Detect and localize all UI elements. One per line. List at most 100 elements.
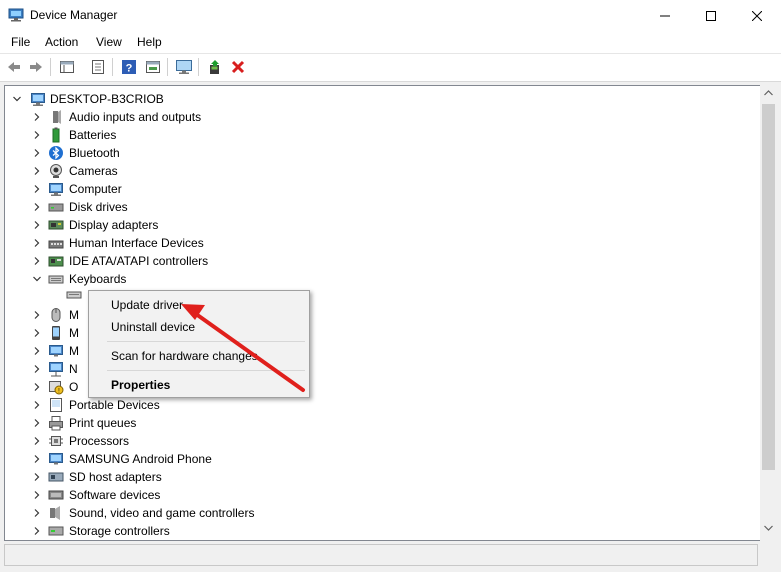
- tree-item-hid[interactable]: Human Interface Devices: [5, 234, 761, 252]
- svg-text:?: ?: [126, 63, 133, 75]
- chevron-right-icon[interactable]: [32, 220, 42, 230]
- chevron-right-icon[interactable]: [32, 400, 42, 410]
- menu-bar: File Action View Help: [0, 31, 781, 54]
- tree-item-audio[interactable]: Audio inputs and outputs: [5, 108, 761, 126]
- toolbar-separator: [112, 58, 113, 76]
- tree-item-bluetooth[interactable]: Bluetooth: [5, 144, 761, 162]
- properties-panel-button[interactable]: [57, 57, 77, 77]
- tree-item-ide[interactable]: IDE ATA/ATAPI controllers: [5, 252, 761, 270]
- ide-icon: [48, 256, 64, 267]
- chevron-right-icon[interactable]: [32, 238, 42, 248]
- tree-item-label: Cameras: [69, 164, 118, 178]
- maximize-button[interactable]: [688, 0, 734, 31]
- tree-item-label: M: [69, 326, 79, 340]
- menu-action[interactable]: Action: [45, 35, 78, 49]
- chevron-right-icon[interactable]: [32, 148, 42, 158]
- maximize-icon: [706, 10, 716, 21]
- forward-button[interactable]: [26, 57, 46, 77]
- close-icon: [752, 10, 762, 21]
- tree-item-label: Computer: [69, 182, 122, 196]
- scroll-down-icon[interactable]: [764, 525, 773, 531]
- title-bar[interactable]: Device Manager: [0, 0, 781, 31]
- chevron-right-icon[interactable]: [32, 130, 42, 140]
- properties-icon: [92, 60, 104, 74]
- printer-icon: [49, 416, 63, 431]
- chevron-right-icon[interactable]: [32, 454, 42, 464]
- tree-item-keyboards[interactable]: Keyboards: [5, 270, 761, 288]
- chevron-right-icon[interactable]: [32, 166, 42, 176]
- phone-icon: [49, 453, 63, 465]
- context-update-driver[interactable]: Update driver: [111, 298, 183, 312]
- tree-item-label: Processors: [69, 434, 130, 448]
- processor-icon: [49, 436, 63, 446]
- portable-icon: [50, 398, 62, 412]
- device-manager-window: Device Manager File Action View Help ? D…: [0, 0, 781, 572]
- tree-item-batteries[interactable]: Batteries: [5, 126, 761, 144]
- update-driver-icon: [210, 60, 219, 74]
- scrollbar-thumb[interactable]: [762, 104, 775, 470]
- update-driver-button[interactable]: [205, 57, 225, 77]
- properties-button[interactable]: [88, 57, 108, 77]
- tree-item-label: Storage controllers: [69, 524, 170, 538]
- toolbar-separator: [167, 58, 168, 76]
- tree-item-label: IDE ATA/ATAPI controllers: [69, 254, 209, 268]
- chevron-right-icon[interactable]: [32, 184, 42, 194]
- help-button[interactable]: ?: [119, 57, 139, 77]
- chevron-right-icon[interactable]: [32, 436, 42, 446]
- chevron-right-icon[interactable]: [32, 472, 42, 482]
- tree-item-label: O: [69, 380, 79, 394]
- chevron-right-icon[interactable]: [32, 346, 42, 356]
- tree-item-samsung-phone[interactable]: SAMSUNG Android Phone: [5, 450, 761, 468]
- tree-item-computer[interactable]: Computer: [5, 180, 761, 198]
- menu-help[interactable]: Help: [137, 35, 162, 49]
- scroll-up-icon[interactable]: [764, 90, 773, 96]
- chevron-right-icon[interactable]: [32, 112, 42, 122]
- tree-item-print-queues[interactable]: Print queues: [5, 414, 761, 432]
- tree-item-software-devices[interactable]: Software devices: [5, 486, 761, 504]
- scan-hardware-button[interactable]: [174, 57, 194, 77]
- minimize-button[interactable]: [642, 0, 688, 31]
- context-properties[interactable]: Properties: [111, 378, 170, 392]
- chevron-right-icon[interactable]: [32, 310, 42, 320]
- tree-item-display-adapters[interactable]: Display adapters: [5, 216, 761, 234]
- chevron-right-icon[interactable]: [32, 526, 42, 536]
- monitor-icon: [49, 345, 63, 357]
- close-button[interactable]: [734, 0, 780, 31]
- tree-item-disk-drives[interactable]: Disk drives: [5, 198, 761, 216]
- chevron-right-icon[interactable]: [32, 364, 42, 374]
- toolbar-separator: [198, 58, 199, 76]
- mouse-icon: [51, 308, 61, 322]
- storage-icon: [48, 526, 64, 536]
- chevron-right-icon[interactable]: [32, 508, 42, 518]
- tree-item-label: SD host adapters: [69, 470, 162, 484]
- uninstall-button[interactable]: [228, 57, 248, 77]
- tree-item-cameras[interactable]: Cameras: [5, 162, 761, 180]
- chevron-right-icon[interactable]: [32, 328, 42, 338]
- chevron-right-icon[interactable]: [32, 418, 42, 428]
- context-menu: Update driver Uninstall device Scan for …: [88, 290, 310, 398]
- forward-icon: [30, 62, 42, 72]
- menu-file[interactable]: File: [11, 35, 30, 49]
- tree-item-label: Audio inputs and outputs: [69, 110, 202, 124]
- menu-view[interactable]: View: [96, 35, 122, 49]
- chevron-down-icon[interactable]: [12, 94, 22, 104]
- tree-item-processors[interactable]: Processors: [5, 432, 761, 450]
- bluetooth-icon: [49, 146, 63, 160]
- battery-icon: [52, 127, 60, 143]
- context-uninstall-device[interactable]: Uninstall device: [111, 320, 195, 334]
- tree-item-storage-controllers[interactable]: Storage controllers: [5, 522, 761, 540]
- tree-item-sound-video[interactable]: Sound, video and game controllers: [5, 504, 761, 522]
- chevron-right-icon[interactable]: [32, 202, 42, 212]
- chevron-right-icon[interactable]: [32, 490, 42, 500]
- tree-root[interactable]: DESKTOP-B3CRIOB: [5, 90, 761, 108]
- tree-item-sd-host[interactable]: SD host adapters: [5, 468, 761, 486]
- tree-root-label: DESKTOP-B3CRIOB: [50, 92, 164, 106]
- chevron-right-icon[interactable]: [32, 382, 42, 392]
- chevron-right-icon[interactable]: [32, 256, 42, 266]
- tree-item-portable-devices[interactable]: Portable Devices: [5, 396, 761, 414]
- show-hidden-button[interactable]: [143, 57, 163, 77]
- computer-icon: [31, 93, 45, 106]
- back-button[interactable]: [4, 57, 24, 77]
- context-scan-hardware[interactable]: Scan for hardware changes: [111, 349, 258, 363]
- chevron-down-icon[interactable]: [32, 274, 42, 284]
